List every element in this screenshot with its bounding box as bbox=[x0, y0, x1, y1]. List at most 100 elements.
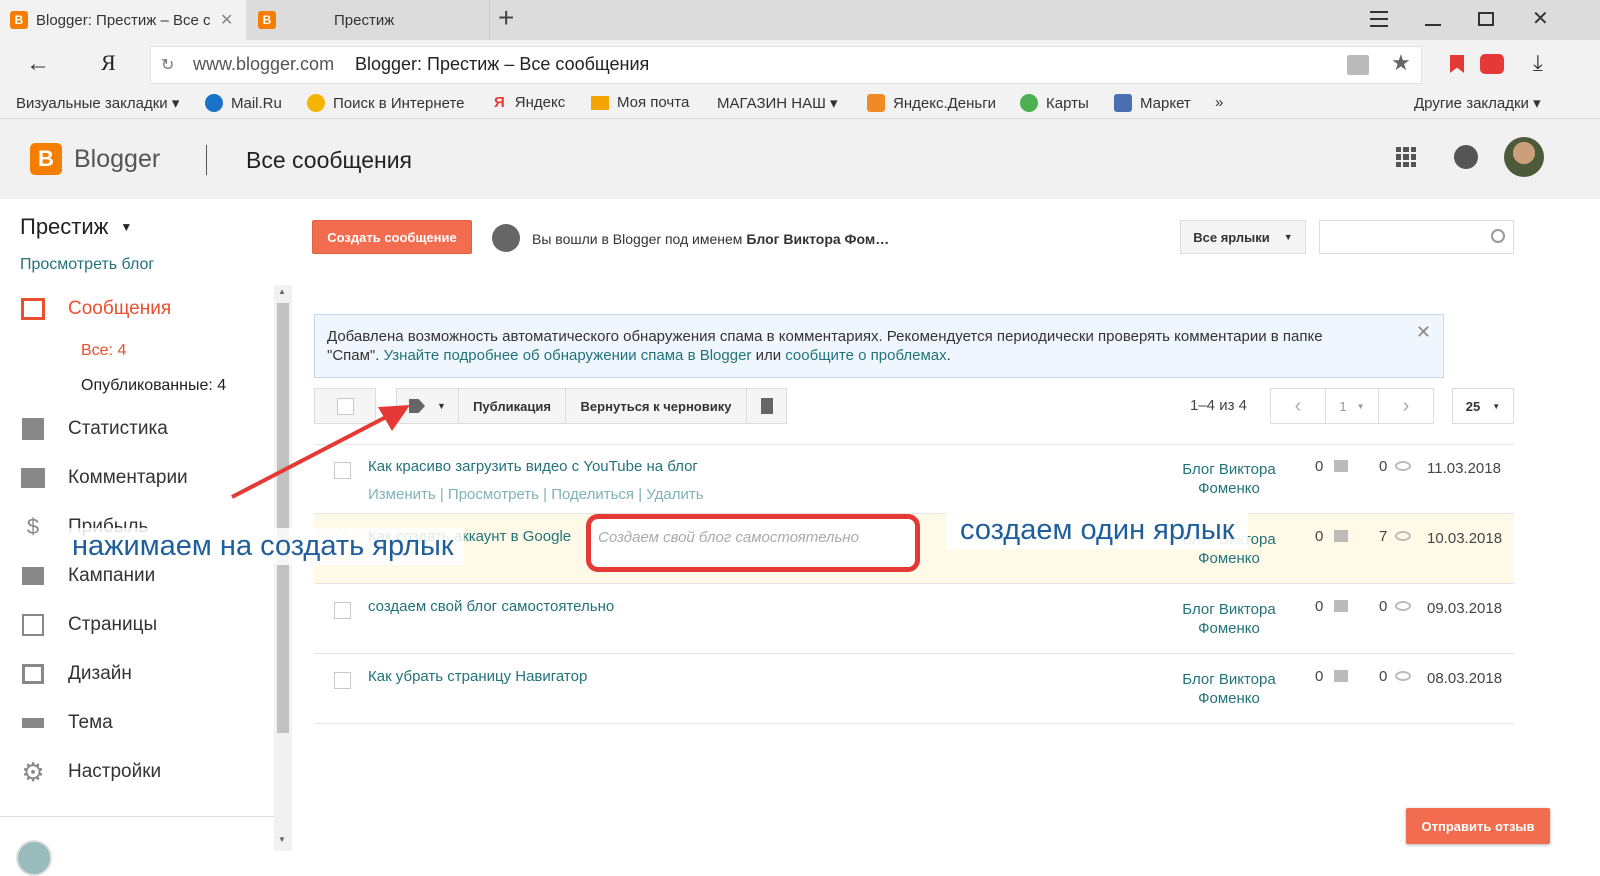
sidebar-item-stats[interactable]: Статистика bbox=[20, 416, 168, 442]
comment-count: 0 bbox=[1315, 458, 1324, 475]
spam-notice: Добавлена возможность автоматического об… bbox=[314, 314, 1444, 378]
avatar bbox=[492, 224, 520, 252]
blogger-header: B Blogger Все сообщения bbox=[0, 119, 1600, 199]
scroll-up-icon[interactable]: ▲ bbox=[278, 287, 286, 296]
comment-count: 0 bbox=[1315, 528, 1324, 545]
publish-button[interactable]: Публикация bbox=[458, 388, 566, 424]
sidebar-item-comments[interactable]: Комментарии bbox=[20, 465, 188, 491]
bookmark-yandex[interactable]: Я Яндекс bbox=[494, 94, 565, 111]
notifications-bell-icon[interactable] bbox=[1454, 145, 1478, 169]
sidebar-item-campaigns[interactable]: Кампании bbox=[20, 563, 155, 589]
table-row[interactable]: Как красиво загрузить видео с YouTube на… bbox=[314, 444, 1514, 514]
share-link[interactable]: Поделиться bbox=[551, 486, 634, 503]
post-author[interactable]: Блог Виктора Фоменко bbox=[1174, 670, 1284, 708]
bookmarks-more[interactable]: » bbox=[1215, 94, 1223, 111]
header-divider bbox=[206, 145, 207, 175]
annotation-arrow bbox=[231, 405, 410, 499]
sidebar-item-pages[interactable]: Страницы bbox=[20, 612, 157, 638]
view-link[interactable]: Просмотреть bbox=[448, 486, 539, 503]
bookmark-search[interactable]: Поиск в Интернете bbox=[307, 94, 469, 112]
table-row[interactable]: создаем свой блог самостоятельно Блог Ви… bbox=[314, 584, 1514, 654]
sidebar-sub-all[interactable]: Все: 4 bbox=[81, 342, 126, 360]
bookmark-mail[interactable]: Моя почта bbox=[591, 94, 689, 111]
revert-to-draft-button[interactable]: Вернуться к черновику bbox=[565, 388, 747, 424]
spam-learn-more-link[interactable]: Узнайте подробнее об обнаружении спама в… bbox=[384, 347, 752, 364]
post-title-link[interactable]: создаем свой блог самостоятельно bbox=[368, 598, 614, 615]
blogger-logo-icon[interactable]: B bbox=[30, 143, 62, 175]
sidebar-sub-published[interactable]: Опубликованные: 4 bbox=[81, 377, 226, 395]
page-select[interactable]: 1 ▼ bbox=[1325, 388, 1379, 424]
post-date: 11.03.2018 bbox=[1427, 460, 1501, 477]
bookmark-market[interactable]: Маркет bbox=[1114, 94, 1191, 112]
prev-page-button[interactable]: ‹ bbox=[1270, 388, 1326, 424]
blogger-logo-text: Blogger bbox=[74, 145, 161, 173]
avatar[interactable] bbox=[1504, 137, 1544, 177]
close-window-icon[interactable]: ✕ bbox=[1532, 6, 1549, 31]
post-date: 08.03.2018 bbox=[1427, 670, 1503, 687]
bookmark-other[interactable]: Другие закладки ▾ bbox=[1414, 94, 1541, 112]
menu-icon[interactable] bbox=[1370, 11, 1388, 27]
posts-icon bbox=[20, 296, 46, 322]
sidebar-item-posts[interactable]: Сообщения bbox=[20, 296, 171, 322]
download-icon[interactable]: ⤓ bbox=[1533, 50, 1543, 76]
post-title-link[interactable]: Как убрать страницу Навигатор bbox=[368, 668, 587, 685]
labels-dropdown[interactable]: Все ярлыки ▼ bbox=[1180, 220, 1306, 254]
blogger-favicon-icon: B bbox=[258, 11, 276, 29]
bookmark-visual[interactable]: Визуальные закладки ▾ bbox=[16, 94, 179, 112]
new-tab-button[interactable]: + bbox=[498, 2, 514, 34]
delete-link[interactable]: Удалить bbox=[646, 486, 703, 503]
table-row[interactable]: Как убрать страницу Навигатор Блог Викто… bbox=[314, 654, 1514, 724]
label-input[interactable]: Создаем свой блог самостоятельно bbox=[598, 529, 859, 546]
checkbox[interactable] bbox=[334, 672, 351, 689]
sidebar-bottom-divider bbox=[0, 816, 274, 817]
bookmark-mailru[interactable]: Mail.Ru bbox=[205, 94, 282, 112]
tab-close-icon[interactable]: ✕ bbox=[220, 10, 233, 30]
sidebar-item-settings[interactable]: ⚙ Настройки bbox=[20, 757, 161, 787]
lock-icon[interactable] bbox=[1347, 55, 1369, 75]
minimize-icon[interactable] bbox=[1425, 24, 1441, 26]
close-notice-icon[interactable]: ✕ bbox=[1416, 323, 1431, 342]
address-bar[interactable]: ↻ www.blogger.com Blogger: Престиж – Все… bbox=[150, 46, 1422, 84]
report-problem-link[interactable]: сообщите о проблемах bbox=[785, 347, 946, 364]
blog-selector[interactable]: Престиж ▼ bbox=[20, 214, 132, 240]
chevron-down-icon: ▼ bbox=[1356, 401, 1365, 411]
post-author[interactable]: Блог Виктора Фоменко bbox=[1174, 600, 1284, 638]
view-count: 7 bbox=[1379, 528, 1388, 545]
view-count: 0 bbox=[1379, 598, 1388, 615]
post-date: 09.03.2018 bbox=[1427, 600, 1503, 617]
sidebar-item-layout[interactable]: Дизайн bbox=[20, 661, 132, 687]
per-page-select[interactable]: 25 ▼ bbox=[1452, 388, 1514, 424]
sidebar-item-theme[interactable]: Тема bbox=[20, 710, 113, 736]
search-input[interactable] bbox=[1319, 220, 1514, 254]
pages-icon bbox=[20, 612, 46, 638]
signed-in-text: Вы вошли в Blogger под именем Блог Викто… bbox=[532, 231, 890, 247]
star-icon[interactable]: ★ bbox=[1391, 50, 1411, 76]
scroll-down-icon[interactable]: ▼ bbox=[278, 835, 286, 844]
bookmark-shop[interactable]: МАГАЗИН НАШ ▾ bbox=[717, 94, 838, 112]
chevron-down-icon: ▼ bbox=[120, 220, 133, 234]
restore-icon[interactable] bbox=[1478, 12, 1494, 26]
back-arrow-icon[interactable]: ← bbox=[26, 50, 50, 78]
yandex-icon[interactable]: Я bbox=[101, 50, 116, 76]
bookmark-maps[interactable]: Карты bbox=[1020, 94, 1089, 112]
comment-count: 0 bbox=[1315, 668, 1324, 685]
extension-icon[interactable] bbox=[1480, 54, 1504, 74]
search-icon[interactable] bbox=[1491, 229, 1505, 243]
send-feedback-button[interactable]: Отправить отзыв bbox=[1406, 808, 1550, 844]
layout-icon bbox=[20, 661, 46, 687]
create-post-button[interactable]: Создать сообщение bbox=[312, 220, 472, 254]
checkbox[interactable] bbox=[334, 602, 351, 619]
tab-prestige[interactable]: B Престиж bbox=[246, 0, 490, 40]
bookmark-money[interactable]: Яндекс.Деньги bbox=[867, 94, 996, 112]
reload-icon[interactable]: ↻ bbox=[161, 55, 174, 75]
apps-grid-icon[interactable] bbox=[1396, 147, 1416, 167]
page-title: Все сообщения bbox=[246, 147, 412, 173]
delete-button[interactable] bbox=[746, 388, 787, 424]
scrollbar-thumb[interactable] bbox=[277, 303, 289, 733]
sidebar-scrollbar[interactable]: ▲ ▼ bbox=[274, 285, 292, 851]
post-author[interactable]: Блог Виктора Фоменко bbox=[1174, 460, 1284, 498]
next-page-button[interactable]: › bbox=[1378, 388, 1434, 424]
view-blog-link[interactable]: Просмотреть блог bbox=[20, 256, 154, 274]
tab-blogger[interactable]: B Blogger: Престиж – Все с ✕ bbox=[0, 0, 246, 40]
comment-count: 0 bbox=[1315, 598, 1324, 615]
